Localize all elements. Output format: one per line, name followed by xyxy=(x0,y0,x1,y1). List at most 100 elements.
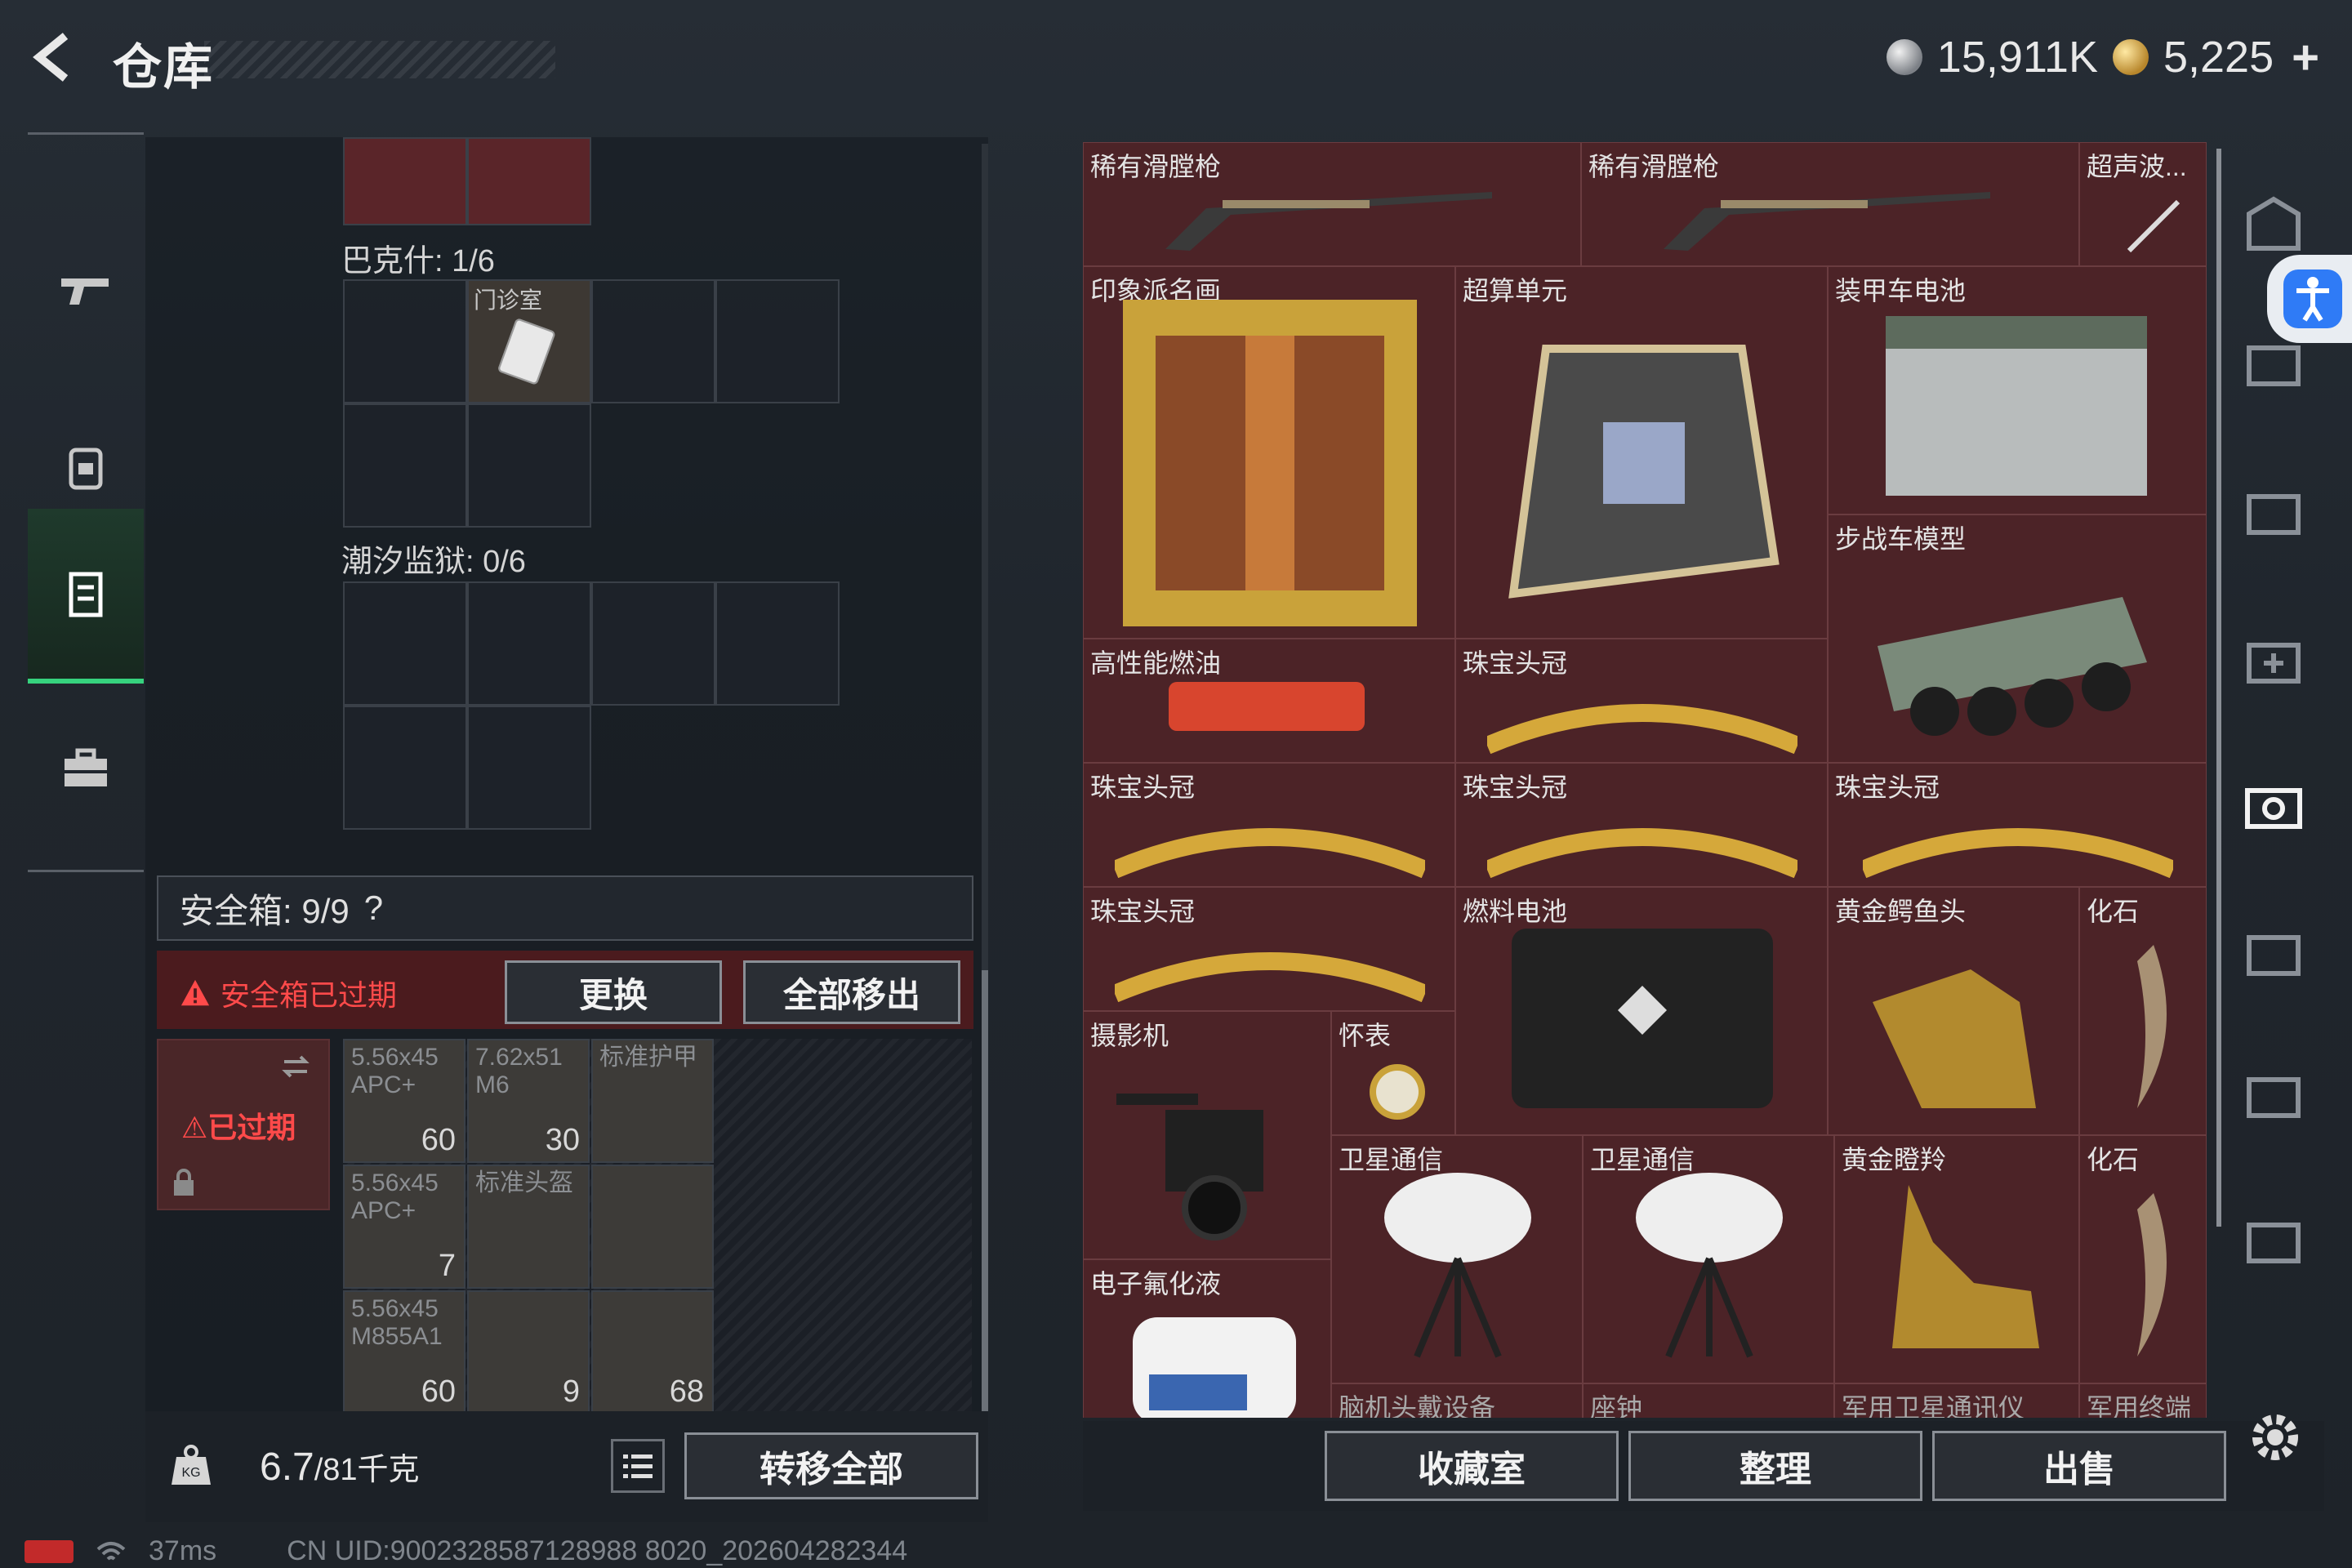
back-button[interactable] xyxy=(23,24,88,90)
backpack-icon xyxy=(69,448,103,490)
case-item[interactable]: 标准护甲 xyxy=(591,1039,714,1163)
grid-slot[interactable] xyxy=(715,581,840,706)
stash-item[interactable]: 怀表 xyxy=(1331,1011,1455,1135)
rail-tab-active[interactable] xyxy=(2239,773,2308,841)
crown-icon xyxy=(1115,828,1425,878)
svg-text:KG: KG xyxy=(181,1466,200,1480)
category-rail xyxy=(28,132,144,872)
grid-slot[interactable] xyxy=(343,403,467,528)
silver-coin-icon xyxy=(1886,39,1922,75)
gold-amount: 5,225 xyxy=(2163,33,2274,82)
collection-room-button[interactable]: 收藏室 xyxy=(1325,1431,1619,1501)
case-item[interactable] xyxy=(591,1165,714,1289)
stash-item[interactable]: 印象派名画 xyxy=(1083,266,1455,639)
remove-all-button[interactable]: 全部移出 xyxy=(743,960,960,1024)
stash-item[interactable]: 化石 xyxy=(2079,1135,2207,1383)
rail-tab-7[interactable] xyxy=(2239,920,2308,988)
rail-tab-3[interactable] xyxy=(2239,330,2308,399)
grid-slot[interactable] xyxy=(343,279,467,403)
rail-tab-9[interactable] xyxy=(2239,1207,2308,1276)
stash-item[interactable]: 摄影机 xyxy=(1083,1011,1331,1259)
list-view-button[interactable] xyxy=(611,1439,665,1493)
stash-item[interactable]: 军用终端 xyxy=(2079,1383,2207,1418)
case-item[interactable]: 标准头盔 xyxy=(467,1165,590,1289)
stash-item[interactable]: 化石 xyxy=(2079,887,2207,1135)
rail-briefcase[interactable] xyxy=(28,687,144,850)
stash-item[interactable]: 超声波... xyxy=(2079,142,2207,266)
add-currency-button[interactable]: + xyxy=(2292,30,2319,85)
stash-item[interactable]: 珠宝头冠 xyxy=(1083,763,1455,887)
weight-readout: 6.7/81千克 xyxy=(260,1446,420,1489)
camera-icon xyxy=(1116,1094,1263,1241)
bakesh-item-slot[interactable] xyxy=(343,137,467,225)
grid-slot[interactable] xyxy=(591,279,715,403)
stash-item[interactable]: 珠宝头冠 xyxy=(1455,763,1828,887)
case-item[interactable]: 5.56x45 APC+ 7 xyxy=(343,1165,466,1289)
stash-home-icon xyxy=(2247,196,2301,251)
stash-item[interactable]: 电子氟化液 xyxy=(1083,1259,1331,1418)
grid-slot[interactable] xyxy=(343,581,467,706)
stash-item[interactable]: 脑机头戴设备 xyxy=(1331,1383,1583,1418)
panel-scrollbar-thumb[interactable] xyxy=(982,970,988,1411)
grid-slot[interactable] xyxy=(467,706,591,830)
grid-slot[interactable] xyxy=(591,581,715,706)
stash-item[interactable]: 超算单元 xyxy=(1455,266,1828,639)
stash-item[interactable]: 高性能燃油 xyxy=(1083,639,1455,763)
scalpel-icon xyxy=(2127,199,2180,253)
transfer-all-button[interactable]: 转移全部 xyxy=(684,1432,978,1499)
stash-item[interactable]: 卫星通信 xyxy=(1331,1135,1583,1383)
fossil-claw-icon xyxy=(2137,945,2167,1108)
case-item[interactable]: 9 xyxy=(467,1290,590,1414)
stash-item[interactable]: 军用卫星通讯仪 xyxy=(1834,1383,2079,1418)
stash-item[interactable]: 步战车模型 xyxy=(1828,514,2207,763)
painting-icon xyxy=(1123,300,1417,626)
storage-tab-icon xyxy=(2247,494,2301,535)
silver-amount: 15,911K xyxy=(1936,33,2098,82)
stash-item[interactable]: 燃料电池 xyxy=(1455,887,1828,1135)
stash-item[interactable]: 珠宝头冠 xyxy=(1455,639,1828,763)
rail-container[interactable] xyxy=(28,509,144,684)
ping-readout: 37ms xyxy=(149,1535,217,1566)
grid-slot[interactable] xyxy=(467,581,591,706)
clinic-item-label: 门诊室 xyxy=(474,287,543,313)
stash-item[interactable]: 座钟 xyxy=(1583,1383,1834,1418)
grid-slot[interactable] xyxy=(715,279,840,403)
stash-item[interactable]: 黄金鳄鱼头 xyxy=(1828,887,2079,1135)
crown-icon xyxy=(1115,952,1425,1002)
settings-button[interactable] xyxy=(2244,1406,2306,1468)
crown-icon xyxy=(1863,828,2173,878)
medical-tab-icon xyxy=(2247,643,2301,684)
lock-icon xyxy=(174,1169,194,1196)
stash-item[interactable]: 装甲车电池 xyxy=(1828,266,2207,514)
replace-button[interactable]: 更换 xyxy=(505,960,722,1024)
help-button[interactable]: ? xyxy=(364,889,383,928)
stash-item[interactable]: 珠宝头冠 xyxy=(1083,887,1455,1011)
stash-item[interactable]: 珠宝头冠 xyxy=(1828,763,2207,887)
case-item[interactable]: 7.62x51 M6 30 xyxy=(467,1039,590,1163)
grid-slot[interactable] xyxy=(343,706,467,830)
stash-scrollbar[interactable] xyxy=(2216,149,2221,1227)
rail-stash-home[interactable] xyxy=(2239,189,2308,258)
briefcase-icon xyxy=(65,748,107,786)
expired-warning: 安全箱已过期 xyxy=(180,972,397,1014)
grid-slot[interactable] xyxy=(467,403,591,528)
title-decoration xyxy=(204,41,555,78)
case-item[interactable]: 68 xyxy=(591,1290,714,1414)
organize-button[interactable]: 整理 xyxy=(1628,1431,1922,1501)
gun-icon xyxy=(61,278,109,305)
rail-tab-5[interactable] xyxy=(2239,627,2308,696)
stash-item[interactable]: 卫星通信 xyxy=(1583,1135,1834,1383)
stash-grid: 稀有滑膛枪 稀有滑膛枪 超声波... 印象派名画 超算单元 装甲车电池 步战车模… xyxy=(1083,142,2207,1418)
case-item[interactable]: 5.56x45 M855A1 60 xyxy=(343,1290,466,1414)
rail-tab-4[interactable] xyxy=(2239,479,2308,547)
sell-button[interactable]: 出售 xyxy=(1932,1431,2226,1501)
stash-item[interactable]: 稀有滑膛枪 xyxy=(1581,142,2079,266)
rail-weapons[interactable] xyxy=(28,207,144,370)
rail-tab-8[interactable] xyxy=(2239,1062,2308,1130)
stash-item[interactable]: 黄金瞪羚 xyxy=(1834,1135,2079,1383)
case-item[interactable]: 5.56x45 APC+ 60 xyxy=(343,1039,466,1163)
clinic-item-slot[interactable]: 门诊室 xyxy=(467,279,591,403)
bakesh-item-slot[interactable] xyxy=(467,137,591,225)
safe-box-label: 安全箱: 9/9 xyxy=(180,891,350,930)
stash-item[interactable]: 稀有滑膛枪 xyxy=(1083,142,1581,266)
